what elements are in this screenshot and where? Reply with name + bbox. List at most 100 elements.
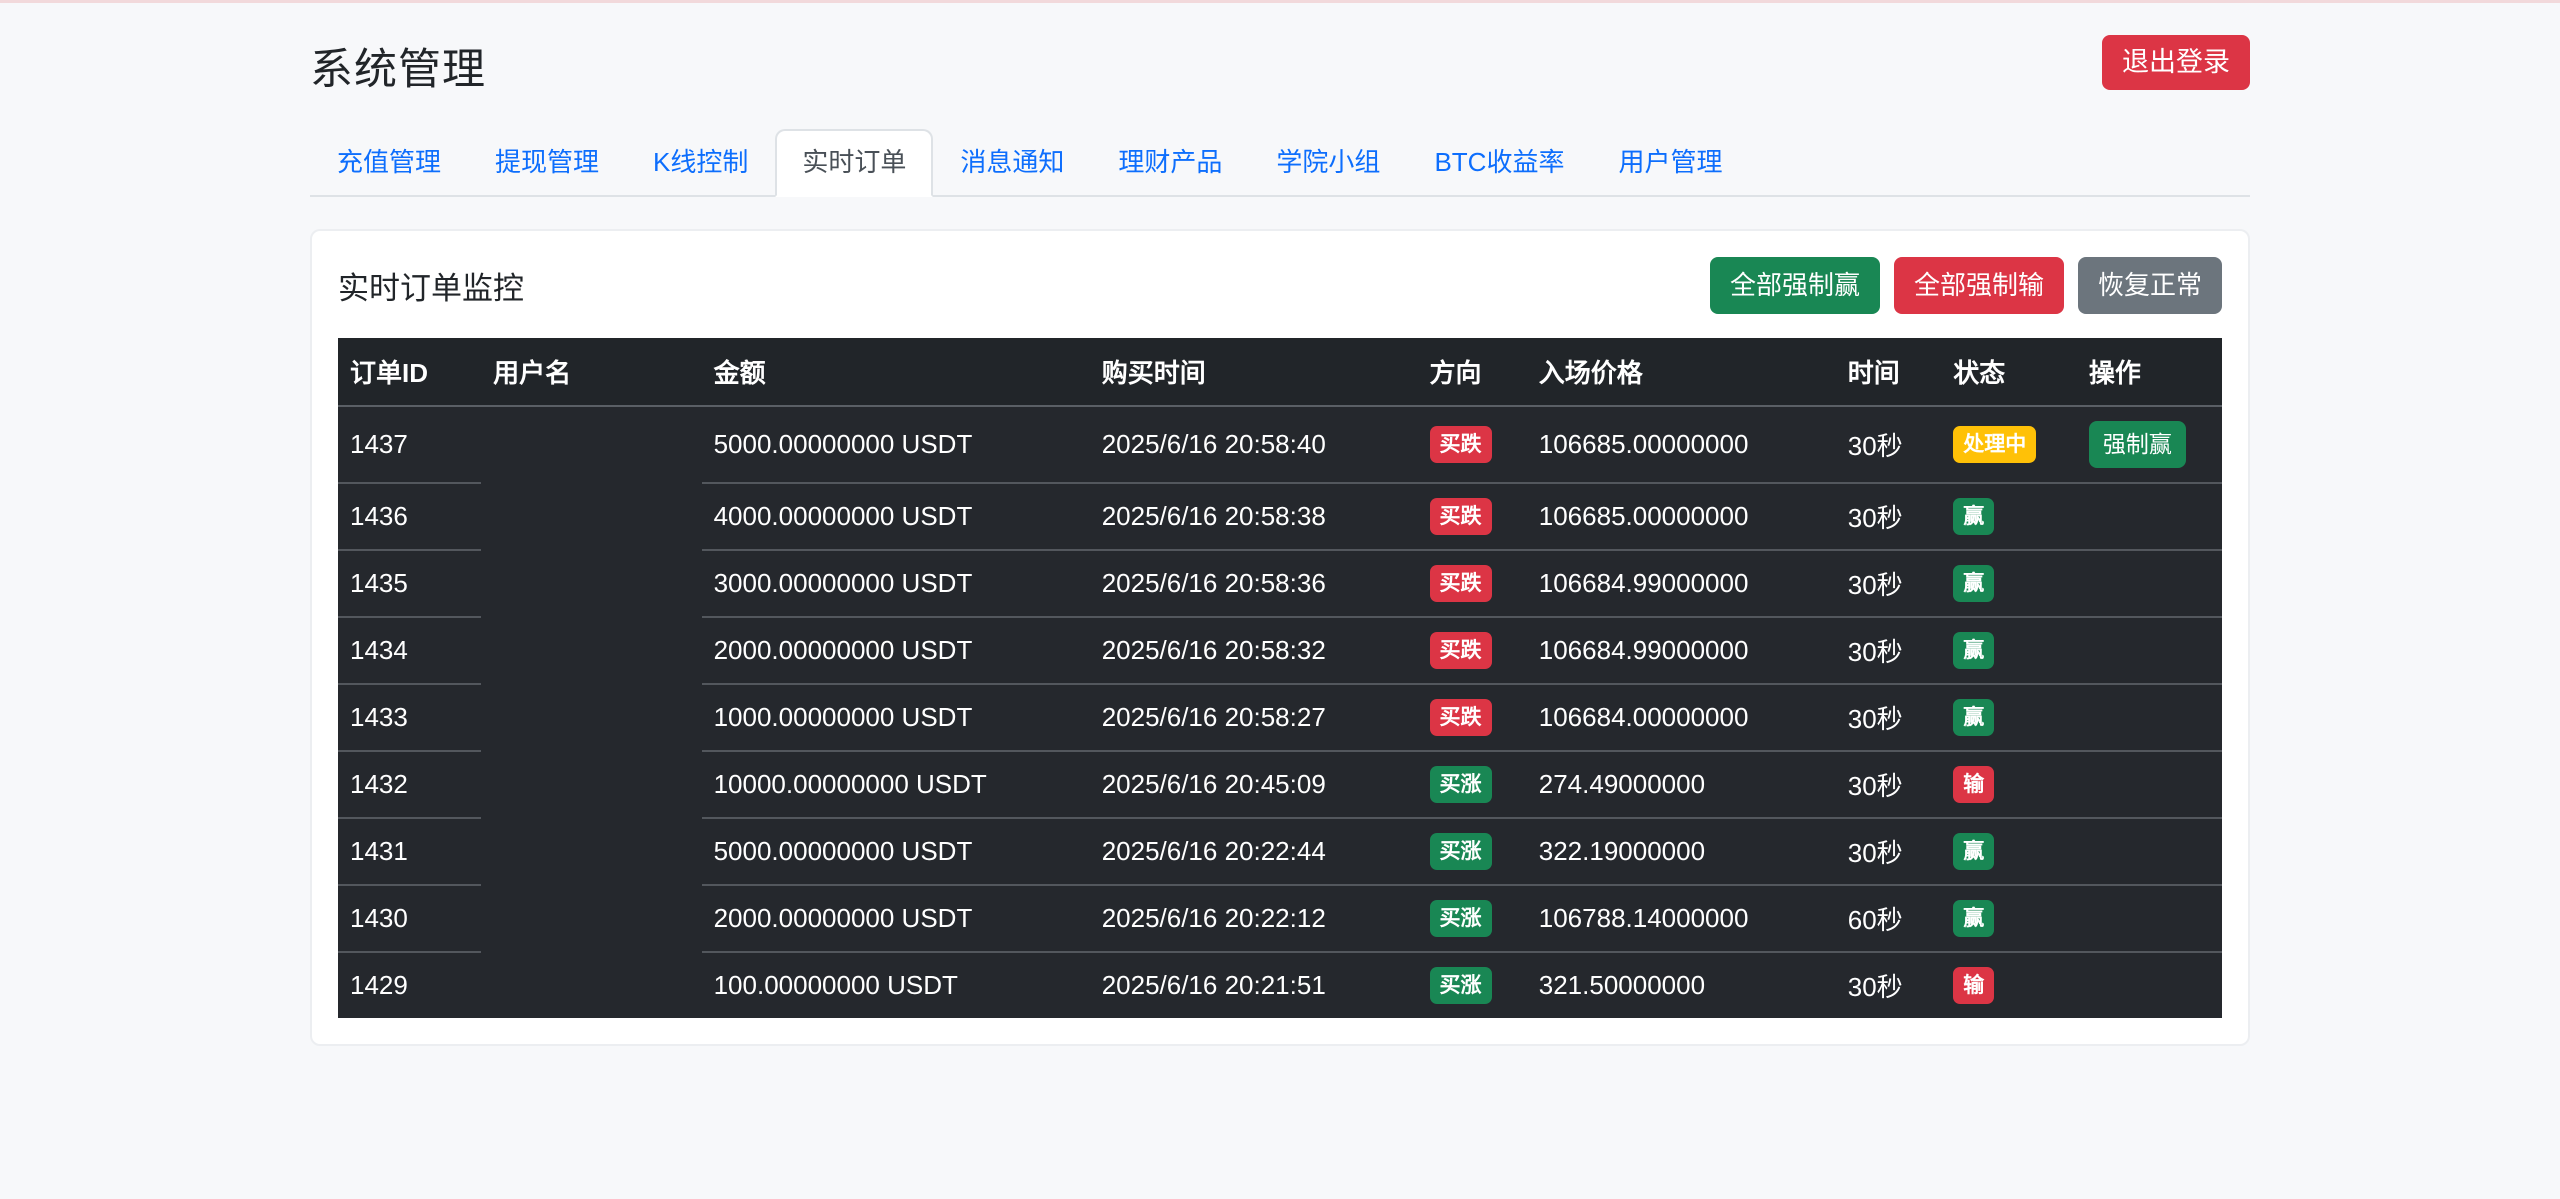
direction-cell: 买涨 bbox=[1417, 751, 1527, 820]
status-badge: 赢 bbox=[1953, 632, 1995, 670]
amount-cell: 3000.00000000 USDT bbox=[701, 550, 1090, 619]
direction-cell: 买涨 bbox=[1417, 885, 1527, 954]
status-cell: 赢 bbox=[1941, 483, 2077, 552]
orders-table: 订单ID 用户名 金额 购买时间 方向 入场价格 时间 状态 操作 1437 50… bbox=[338, 337, 2222, 1019]
orders-table-head: 订单ID 用户名 金额 购买时间 方向 入场价格 时间 状态 操作 bbox=[338, 337, 2222, 407]
table-row: 1431 5000.00000000 USDT 2025/6/16 20:22:44… bbox=[338, 818, 2222, 887]
direction-badge: 买跌 bbox=[1429, 632, 1492, 670]
username-cell bbox=[481, 405, 702, 485]
status-badge: 赢 bbox=[1953, 565, 1995, 603]
status-badge: 输 bbox=[1953, 766, 1995, 804]
status-badge: 输 bbox=[1953, 967, 1995, 1005]
purchase-time-cell: 2025/6/16 20:22:44 bbox=[1089, 818, 1418, 887]
purchase-time-cell: 2025/6/16 20:22:12 bbox=[1089, 885, 1418, 954]
logout-button[interactable]: 退出登录 bbox=[2102, 35, 2250, 91]
purchase-time-cell: 2025/6/16 20:58:32 bbox=[1089, 617, 1418, 686]
duration-cell: 30秒 bbox=[1835, 952, 1942, 1019]
entry-price-cell: 274.49000000 bbox=[1526, 751, 1836, 820]
table-row: 1435 3000.00000000 USDT 2025/6/16 20:58:36… bbox=[338, 550, 2222, 619]
username-cell bbox=[481, 550, 702, 619]
header-action: 操作 bbox=[2076, 337, 2222, 407]
order-id-cell: 1429 bbox=[338, 952, 482, 1019]
username-cell bbox=[481, 885, 702, 954]
direction-cell: 买跌 bbox=[1417, 550, 1527, 619]
action-cell bbox=[2076, 617, 2222, 686]
username-cell bbox=[481, 751, 702, 820]
amount-cell: 2000.00000000 USDT bbox=[701, 885, 1090, 954]
order-id-cell: 1432 bbox=[338, 751, 482, 820]
username-cell bbox=[481, 483, 702, 552]
panel-title: 实时订单监控 bbox=[338, 270, 524, 306]
panel-actions: 全部强制赢 全部强制输 恢复正常 bbox=[1709, 256, 2222, 314]
status-cell: 赢 bbox=[1941, 617, 2077, 686]
entry-price-cell: 106684.99000000 bbox=[1526, 617, 1836, 686]
username-cell bbox=[481, 684, 702, 753]
username-cell bbox=[481, 952, 702, 1019]
force-win-button[interactable]: 强制赢 bbox=[2088, 420, 2186, 469]
force-lose-all-button[interactable]: 全部强制输 bbox=[1893, 256, 2064, 314]
purchase-time-cell: 2025/6/16 20:58:27 bbox=[1089, 684, 1418, 753]
direction-cell: 买跌 bbox=[1417, 483, 1527, 552]
amount-cell: 4000.00000000 USDT bbox=[701, 483, 1090, 552]
amount-cell: 2000.00000000 USDT bbox=[701, 617, 1090, 686]
action-cell bbox=[2076, 751, 2222, 820]
direction-cell: 买跌 bbox=[1417, 684, 1527, 753]
duration-cell: 30秒 bbox=[1835, 751, 1942, 820]
purchase-time-cell: 2025/6/16 20:58:40 bbox=[1089, 405, 1418, 485]
tab-academy-groups[interactable]: 学院小组 bbox=[1249, 129, 1407, 197]
status-badge: 处理中 bbox=[1953, 426, 2037, 464]
table-row: 1433 1000.00000000 USDT 2025/6/16 20:58:27… bbox=[338, 684, 2222, 753]
force-win-all-button[interactable]: 全部强制赢 bbox=[1709, 256, 1880, 314]
tab-wealth-products[interactable]: 理财产品 bbox=[1091, 129, 1249, 197]
amount-cell: 5000.00000000 USDT bbox=[701, 405, 1090, 485]
main-container: 系统管理 退出登录 充值管理 提现管理 K线控制 实时订单 消息通知 理财产品 学院小组 BT… bbox=[310, 3, 2250, 1047]
tab-btc-yield[interactable]: BTC收益率 bbox=[1407, 129, 1591, 197]
duration-cell: 30秒 bbox=[1835, 550, 1942, 619]
order-id-cell: 1436 bbox=[338, 483, 482, 552]
status-badge: 赢 bbox=[1953, 699, 1995, 737]
tab-recharge[interactable]: 充值管理 bbox=[310, 129, 468, 197]
table-row: 1437 5000.00000000 USDT 2025/6/16 20:58:40… bbox=[338, 405, 2222, 485]
page-title: 系统管理 bbox=[310, 46, 486, 94]
action-cell bbox=[2076, 483, 2222, 552]
amount-cell: 10000.00000000 USDT bbox=[701, 751, 1090, 820]
status-cell: 赢 bbox=[1941, 818, 2077, 887]
header-status: 状态 bbox=[1941, 337, 2077, 407]
direction-badge: 买涨 bbox=[1429, 766, 1492, 804]
entry-price-cell: 106684.99000000 bbox=[1526, 550, 1836, 619]
orders-table-body: 1437 5000.00000000 USDT 2025/6/16 20:58:40… bbox=[338, 405, 2222, 1019]
status-cell: 输 bbox=[1941, 751, 2077, 820]
direction-cell: 买涨 bbox=[1417, 952, 1527, 1019]
tab-withdraw[interactable]: 提现管理 bbox=[468, 129, 626, 197]
status-cell: 赢 bbox=[1941, 885, 2077, 954]
tab-users[interactable]: 用户管理 bbox=[1591, 129, 1749, 197]
action-cell bbox=[2076, 684, 2222, 753]
entry-price-cell: 106685.00000000 bbox=[1526, 483, 1836, 552]
status-badge: 赢 bbox=[1953, 498, 1995, 536]
tab-kline-control[interactable]: K线控制 bbox=[626, 129, 775, 197]
amount-cell: 5000.00000000 USDT bbox=[701, 818, 1090, 887]
order-id-cell: 1435 bbox=[338, 550, 482, 619]
purchase-time-cell: 2025/6/16 20:58:38 bbox=[1089, 483, 1418, 552]
header-row: 订单ID 用户名 金额 购买时间 方向 入场价格 时间 状态 操作 bbox=[338, 337, 2222, 407]
restore-normal-button[interactable]: 恢复正常 bbox=[2077, 256, 2222, 314]
status-cell: 处理中 bbox=[1941, 405, 2077, 485]
orders-panel: 实时订单监控 全部强制赢 全部强制输 恢复正常 订单ID 用户名 金额 购买时间… bbox=[310, 228, 2250, 1047]
header-entry-price: 入场价格 bbox=[1526, 337, 1836, 407]
amount-cell: 1000.00000000 USDT bbox=[701, 684, 1090, 753]
entry-price-cell: 321.50000000 bbox=[1526, 952, 1836, 1019]
table-row: 1429 100.00000000 USDT 2025/6/16 20:21:51 买… bbox=[338, 952, 2222, 1019]
tab-notifications[interactable]: 消息通知 bbox=[933, 129, 1091, 197]
direction-badge: 买跌 bbox=[1429, 699, 1492, 737]
tab-realtime-orders[interactable]: 实时订单 bbox=[775, 129, 934, 197]
action-cell: 强制赢 bbox=[2076, 405, 2222, 485]
action-cell bbox=[2076, 885, 2222, 954]
direction-cell: 买跌 bbox=[1417, 405, 1527, 485]
amount-cell: 100.00000000 USDT bbox=[701, 952, 1090, 1019]
order-id-cell: 1433 bbox=[338, 684, 482, 753]
direction-badge: 买涨 bbox=[1429, 967, 1492, 1005]
duration-cell: 30秒 bbox=[1835, 818, 1942, 887]
status-badge: 赢 bbox=[1953, 900, 1995, 938]
entry-price-cell: 106788.14000000 bbox=[1526, 885, 1836, 954]
duration-cell: 30秒 bbox=[1835, 684, 1942, 753]
